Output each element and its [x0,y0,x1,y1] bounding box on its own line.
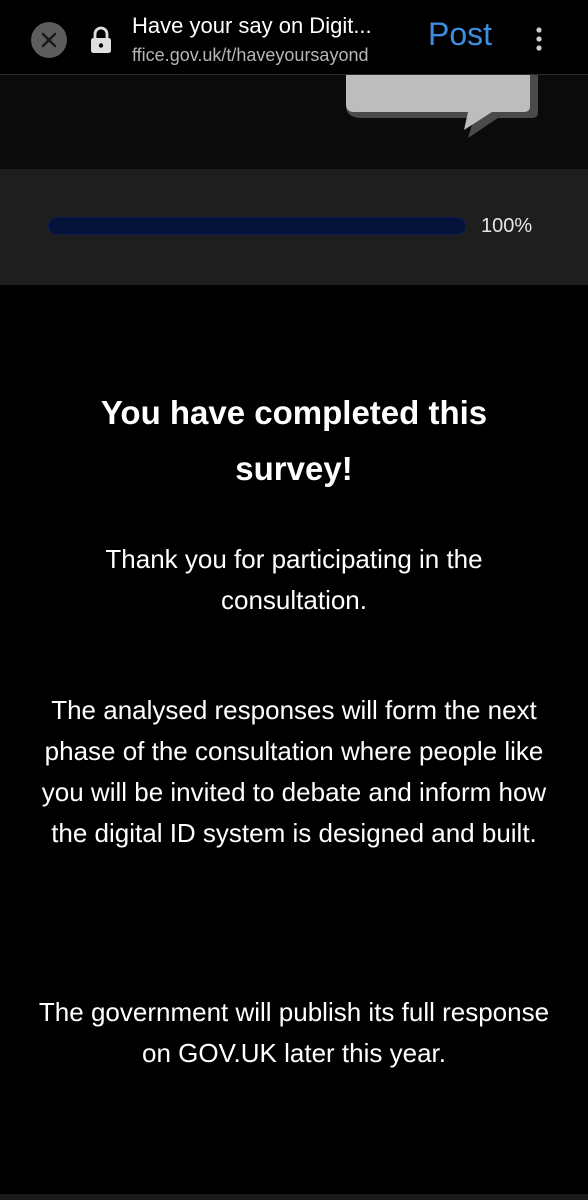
progress-panel: 100% [0,169,588,285]
more-vert-icon[interactable] [529,24,549,54]
thank-you-text: Thank you for participating in the consu… [105,544,483,615]
progress-bar [48,217,466,235]
publish-response-text: The government will publish its full res… [38,997,550,1068]
page-header-banner [0,74,588,169]
close-tab-button[interactable] [31,22,67,58]
completion-heading: You have completed this survey! [100,394,488,487]
progress-percent-label: 100% [481,215,533,237]
speech-bubble-graphic [346,74,538,138]
progress-bar-fill [48,217,466,235]
close-icon [41,32,57,48]
lock-icon [91,26,111,53]
survey-complete-content: You have completed this survey! Thank yo… [0,285,588,1195]
browser-toolbar: Have your say on Digit... ffice.gov.uk/t… [0,0,588,75]
page-title: Have your say on Digit... [132,13,372,38]
next-phase-text: The analysed responses will form the nex… [41,695,547,848]
url-bar[interactable]: ffice.gov.uk/t/haveyoursayond [132,44,412,66]
page: Have your say on Digit... ffice.gov.uk/t… [0,0,588,1200]
post-button[interactable]: Post [428,14,492,54]
bottom-divider [0,1194,588,1200]
